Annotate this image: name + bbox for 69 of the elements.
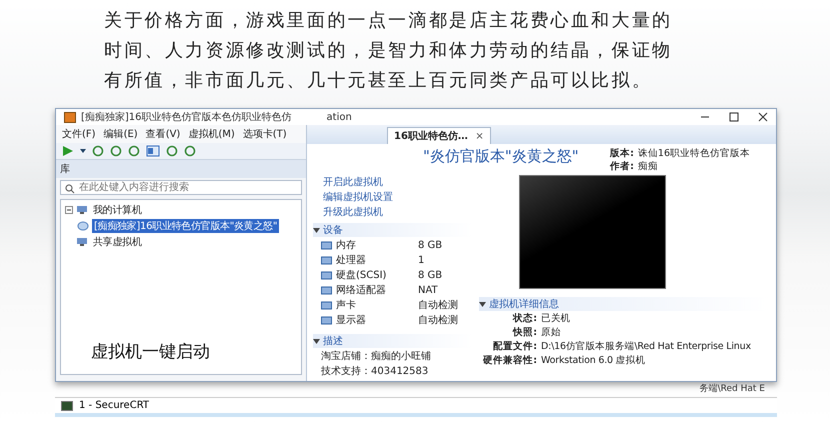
terminal-icon [61, 400, 73, 410]
collapse-toggle-icon[interactable] [65, 206, 73, 214]
section-header[interactable]: 描述 [323, 334, 343, 348]
device-value: NAT [418, 284, 438, 296]
detail-value: D:\16仿官版本服务端\Red Hat Enterprise Linux [541, 340, 751, 353]
device-name[interactable]: 声卡 [336, 298, 414, 312]
description-text: 淘宝店铺：痴痴的小旺铺 [320, 350, 432, 363]
menu-item[interactable]: 编辑(E) [104, 127, 138, 141]
search-field[interactable]: 在此处键入内容进行搜索 [60, 180, 302, 195]
computer-icon [76, 205, 88, 215]
device-icon [321, 316, 332, 324]
vm-title: "炎仿官版本"炎黄之怒" [423, 147, 579, 166]
menu-item[interactable]: 选项卡(T) [242, 127, 287, 141]
library-heading: 库 [56, 160, 306, 178]
window-title: [痴痴独家]16职业特色仿官版本色仿职业特色仿 [81, 110, 292, 124]
maximize-icon[interactable] [729, 112, 739, 122]
device-value: 自动检测 [418, 298, 458, 312]
meta-label: 作者: [610, 160, 634, 173]
device-icon [321, 270, 332, 280]
expand-arrow-icon[interactable] [313, 338, 320, 344]
device-name[interactable]: 网络适配器 [336, 283, 414, 297]
intro-paragraph: 关于价格方面，游戏里面的一点一滴都是店主花费心血和大量的时间、人力资源修改测试的，是智力和体力劳动的结晶，保证物有所值，非市面几元、几十元甚至上百元同类产品可以比拟。 [104, 9, 674, 93]
device-icon [321, 286, 332, 294]
action-link[interactable]: 开启此虚拟机 [313, 175, 473, 189]
device-name[interactable]: 内存 [336, 238, 414, 252]
detail-label: 硬件兼容性: [482, 354, 537, 367]
expand-arrow-icon[interactable] [313, 226, 320, 234]
tree-item[interactable]: [痴痴独家]16职业特色仿官版本"炎黄之怒" [92, 219, 280, 233]
device-value: 自动检测 [418, 314, 458, 327]
window-fragment-text: 务端\Red Hat E [700, 382, 765, 395]
expand-arrow-icon[interactable] [479, 300, 486, 308]
detail-label: 配置文件: [492, 340, 537, 353]
device-name[interactable]: 硬盘(SCSI) [336, 268, 414, 282]
menu-item[interactable]: 虚拟机(M) [188, 127, 235, 141]
device-icon [321, 256, 332, 264]
tree-item[interactable]: 我的计算机 [91, 203, 144, 217]
computer-icon [76, 237, 88, 247]
tree-item[interactable]: 共享虚拟机 [91, 235, 144, 249]
action-link[interactable]: 升级此虚拟机 [313, 205, 473, 219]
device-value: 8 GB [418, 240, 442, 250]
detail-value: Workstation 6.0 虚拟机 [541, 354, 646, 367]
menu-item[interactable]: 查看(V) [146, 127, 180, 141]
meta-value: 痴痴 [638, 160, 658, 173]
device-value: 1 [418, 254, 424, 266]
view-icon[interactable] [146, 145, 160, 157]
device-value: 8 GB [418, 270, 442, 280]
close-icon[interactable] [758, 112, 768, 122]
detail-label: 快照: [512, 326, 537, 339]
menu-item[interactable]: 文件(F) [62, 127, 96, 141]
caption-text: 虚拟机一键启动 [91, 341, 211, 363]
device-name[interactable]: 处理器 [336, 253, 414, 267]
detail-value: 原始 [541, 326, 561, 339]
play-icon[interactable] [62, 145, 74, 157]
section-header[interactable]: 设备 [323, 223, 343, 237]
device-name[interactable]: 显示器 [336, 313, 414, 327]
dropdown-icon[interactable] [80, 149, 86, 153]
app-icon [64, 112, 76, 122]
window-title: ation [326, 112, 352, 122]
detail-label: 状态: [512, 312, 537, 325]
meta-value: 诛仙16职业特色仿官版本 [638, 147, 750, 160]
search-icon [65, 184, 75, 194]
vm-tab[interactable]: 16职业特色仿… × [387, 127, 491, 144]
detail-value: 已关机 [541, 312, 570, 325]
window-title: 1 - SecureCRT [79, 400, 150, 411]
meta-label: 版本: [610, 147, 634, 160]
device-icon [321, 240, 332, 250]
action-link[interactable]: 编辑虚拟机设置 [313, 190, 473, 204]
description-text: 技术支持：403412583 [320, 364, 430, 378]
device-icon [321, 300, 332, 310]
